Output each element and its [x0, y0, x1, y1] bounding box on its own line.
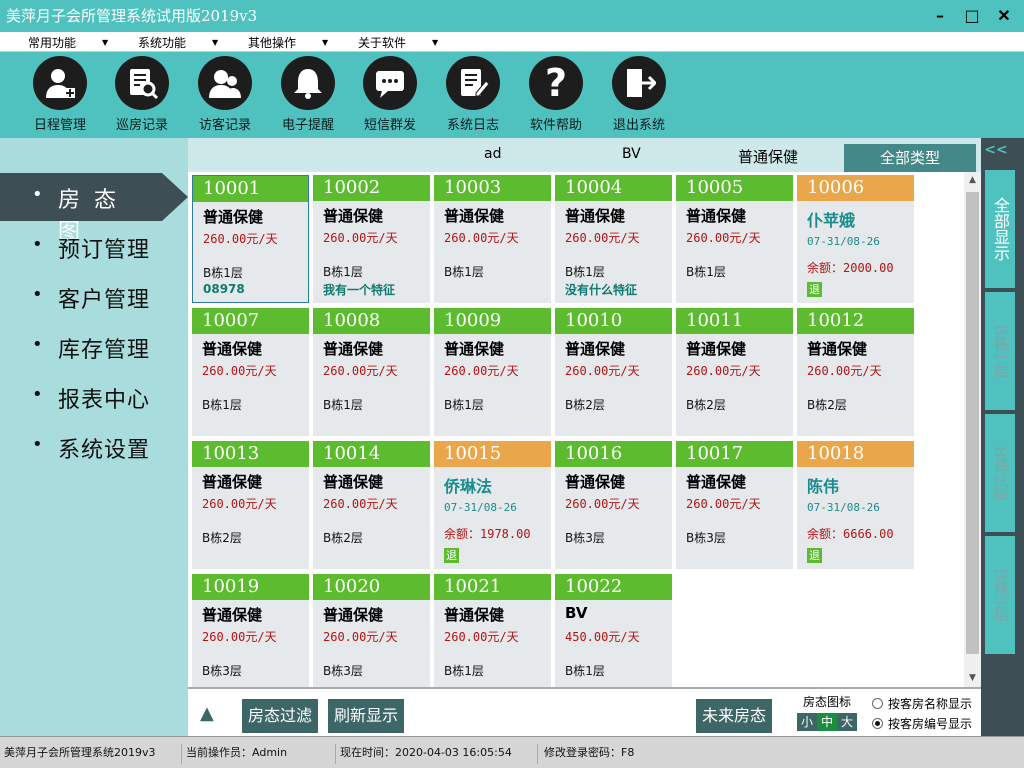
minimize-icon[interactable]: – — [924, 0, 956, 32]
menu-common[interactable]: 常用功能 ▼ — [28, 34, 108, 51]
size-medium-button[interactable]: 中 — [817, 713, 837, 731]
room-card[interactable]: 10010 普通保健 260.00元/天 B栋2层 — [555, 308, 672, 436]
scroll-thumb[interactable] — [966, 192, 979, 654]
room-card[interactable]: 10003 普通保健 260.00元/天 B栋1层 — [434, 175, 551, 303]
size-large-button[interactable]: 大 — [837, 713, 857, 731]
room-card[interactable]: 10013 普通保健 260.00元/天 B栋2层 — [192, 441, 309, 569]
checkout-badge[interactable]: 退 — [807, 548, 822, 563]
checkout-badge[interactable]: 退 — [444, 548, 459, 563]
sidebar-item-booking[interactable]: • 预订管理 — [0, 223, 188, 271]
room-card[interactable]: 10008 普通保健 260.00元/天 B栋1层 — [313, 308, 430, 436]
sidebar-item-inventory[interactable]: • 库存管理 — [0, 323, 188, 371]
document-search-icon — [115, 56, 169, 110]
collapse-icon[interactable]: << — [981, 142, 1011, 158]
icon-size-selector: 房态图标 小中大 — [788, 693, 866, 731]
users-icon — [198, 56, 252, 110]
window-titlebar: 美萍月子会所管理系统试用版2019v3 – □ ✕ — [0, 0, 1024, 32]
tab-building-b-floor-2[interactable]: B栋2层 — [985, 414, 1015, 532]
user-add-icon — [33, 56, 87, 110]
room-status-panel: ad BV 普通保健 全部类型 10001 普通保健 260.00元/天 B栋1层 08… — [188, 138, 981, 736]
help-button[interactable]: ? 软件帮助 — [515, 56, 597, 133]
vertical-scrollbar[interactable]: ▲ ▼ — [964, 172, 981, 687]
window-title: 美萍月子会所管理系统试用版2019v3 — [6, 7, 258, 25]
room-card[interactable]: 10011 普通保健 260.00元/天 B栋2层 — [676, 308, 793, 436]
room-type-filter: ad BV 普通保健 全部类型 — [188, 138, 981, 172]
chat-icon — [363, 56, 417, 110]
future-status-button[interactable]: 未来房态 — [696, 699, 772, 733]
exit-button[interactable]: 退出系统 — [598, 56, 680, 133]
collapse-up-icon[interactable]: ▲ — [200, 703, 214, 724]
status-app-name: 美萍月子会所管理系统2019v3 — [4, 744, 182, 764]
maximize-icon[interactable]: □ — [956, 0, 988, 32]
sidebar: • 房态图 • 预订管理 • 客户管理 • 库存管理 • 报表中心 • 系统设置 — [0, 138, 188, 736]
room-card[interactable]: 10020 普通保健 260.00元/天 B栋3层 — [313, 574, 430, 702]
chevron-down-icon: ▼ — [212, 38, 219, 47]
sidebar-item-room-status[interactable]: • 房态图 — [0, 173, 188, 245]
room-card[interactable]: 10007 普通保健 260.00元/天 B栋1层 — [192, 308, 309, 436]
menu-about[interactable]: 关于软件 ▼ — [358, 34, 438, 51]
room-card[interactable]: 10022 BV 450.00元/天 B栋1层 — [555, 574, 672, 702]
icon-size-label: 房态图标 — [802, 695, 851, 709]
close-icon[interactable]: ✕ — [988, 0, 1020, 32]
tab-bv[interactable]: BV — [622, 146, 641, 162]
room-card[interactable]: 10009 普通保健 260.00元/天 B栋1层 — [434, 308, 551, 436]
room-card[interactable]: 10021 普通保健 260.00元/天 B栋1层 — [434, 574, 551, 702]
menu-other[interactable]: 其他操作 ▼ — [248, 34, 328, 51]
scroll-down-icon[interactable]: ▼ — [964, 670, 981, 687]
occupied-room-card[interactable]: 10006 仆苹娥 07-31/08-26 余额：2000.00 退 — [797, 175, 914, 303]
toolbar: 日程管理 巡房记录 访客记录 电子提醒 短信群发 系统日志 ? 软件帮助 退出系… — [0, 52, 1024, 138]
reminder-button[interactable]: 电子提醒 — [267, 56, 349, 133]
tab-all-types[interactable]: 全部类型 — [844, 144, 976, 172]
room-card[interactable]: 10019 普通保健 260.00元/天 B栋3层 — [192, 574, 309, 702]
room-card[interactable]: 10014 普通保健 260.00元/天 B栋2层 — [313, 441, 430, 569]
tab-show-all[interactable]: 全部显示 — [985, 170, 1015, 288]
tab-building-b-floor-3[interactable]: B栋3层 — [985, 536, 1015, 654]
bell-icon — [281, 56, 335, 110]
visitor-record-button[interactable]: 访客记录 — [184, 56, 266, 133]
building-filter-panel: << 全部显示 B栋1层 B栋2层 B栋3层 — [981, 138, 1024, 736]
display-mode-radios: 按客房名称显示 按客房编号显示 — [872, 695, 972, 735]
status-time: 现在时间：2020-04-03 16:05:54 — [340, 744, 538, 764]
room-filter-button[interactable]: 房态过滤 — [242, 699, 318, 733]
tab-building-b-floor-1[interactable]: B栋1层 — [985, 292, 1015, 410]
status-password-hint: 修改登录密码：F8 — [544, 746, 635, 759]
log-edit-icon — [446, 56, 500, 110]
menubar: 常用功能 ▼ 系统功能 ▼ 其他操作 ▼ 关于软件 ▼ — [0, 32, 1024, 52]
room-card[interactable]: 10017 普通保健 260.00元/天 B栋3层 — [676, 441, 793, 569]
room-card[interactable]: 10002 普通保健 260.00元/天 B栋1层 我有一个特征 — [313, 175, 430, 303]
system-log-button[interactable]: 系统日志 — [432, 56, 514, 133]
room-card[interactable]: 10004 普通保健 260.00元/天 B栋1层 没有什么特征 — [555, 175, 672, 303]
room-card[interactable]: 10012 普通保健 260.00元/天 B栋2层 — [797, 308, 914, 436]
status-bar: 美萍月子会所管理系统2019v3 当前操作员：Admin 现在时间：2020-0… — [0, 736, 1024, 768]
sidebar-item-reports[interactable]: • 报表中心 — [0, 373, 188, 421]
chevron-down-icon: ▼ — [432, 38, 439, 47]
room-card[interactable]: 10005 普通保健 260.00元/天 B栋1层 — [676, 175, 793, 303]
bottom-toolbar: ▲ 房态过滤 刷新显示 未来房态 房态图标 小中大 按客房名称显示 按客房编号显… — [188, 687, 981, 736]
checkout-badge[interactable]: 退 — [807, 282, 822, 297]
status-operator: 当前操作员：Admin — [186, 744, 336, 764]
schedule-button[interactable]: 日程管理 — [19, 56, 101, 133]
radio-by-number[interactable]: 按客房编号显示 — [872, 715, 972, 732]
chevron-down-icon: ▼ — [322, 38, 329, 47]
occupied-room-card[interactable]: 10015 侨琳法 07-31/08-26 余额：1978.00 退 — [434, 441, 551, 569]
exit-door-icon — [612, 56, 666, 110]
chevron-down-icon: ▼ — [102, 38, 109, 47]
question-icon: ? — [529, 56, 583, 110]
scroll-up-icon[interactable]: ▲ — [964, 172, 981, 189]
radio-by-name[interactable]: 按客房名称显示 — [872, 695, 972, 712]
tab-ad[interactable]: ad — [484, 146, 501, 162]
patrol-record-button[interactable]: 巡房记录 — [101, 56, 183, 133]
sidebar-item-settings[interactable]: • 系统设置 — [0, 423, 188, 471]
sms-button[interactable]: 短信群发 — [349, 56, 431, 133]
refresh-button[interactable]: 刷新显示 — [328, 699, 404, 733]
size-small-button[interactable]: 小 — [797, 713, 817, 731]
sidebar-item-customers[interactable]: • 客户管理 — [0, 273, 188, 321]
tab-standard-care[interactable]: 普通保健 — [738, 146, 798, 167]
menu-system[interactable]: 系统功能 ▼ — [138, 34, 218, 51]
room-card[interactable]: 10016 普通保健 260.00元/天 B栋3层 — [555, 441, 672, 569]
room-card[interactable]: 10001 普通保健 260.00元/天 B栋1层 08978 — [192, 175, 309, 303]
occupied-room-card[interactable]: 10018 陈伟 07-31/08-26 余额：6666.00 退 — [797, 441, 914, 569]
